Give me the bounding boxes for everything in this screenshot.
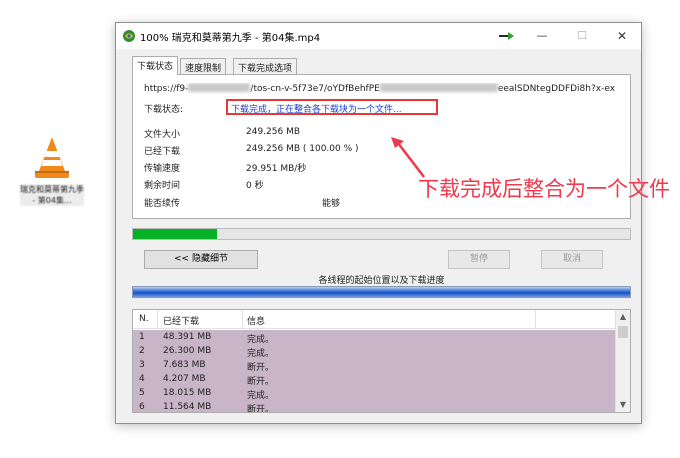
table-row[interactable]: 5 18.015 MB 完成。 xyxy=(133,386,617,401)
close-button[interactable]: ✕ xyxy=(602,23,642,49)
status-value: 下载完成，正在整合各下载块为一个文件... xyxy=(231,105,402,115)
resume-value: 能够 xyxy=(322,199,341,209)
download-arrow-icon xyxy=(499,31,515,44)
row-number: 1 xyxy=(139,332,145,342)
row-number: 6 xyxy=(139,402,145,412)
desktop-file-label: 瑞克和莫蒂第九季 - 第04集... xyxy=(20,184,84,206)
row-info: 断开。 xyxy=(247,405,275,413)
table-scrollbar[interactable]: ▲ ▼ xyxy=(615,310,630,412)
row-downloaded: 11.564 MB xyxy=(163,402,212,412)
tab-speed-limit[interactable]: 速度限制 xyxy=(180,58,227,74)
thread-progress-label: 各线程的起始位置以及下载进度 xyxy=(318,276,445,286)
row-downloaded: 7.683 MB xyxy=(163,360,206,370)
time-left-label: 剩余时间 xyxy=(144,181,181,191)
download-progress-fill xyxy=(133,229,218,239)
annotation-text: 下载完成后整合为一个文件 xyxy=(418,177,670,201)
tab-completion-options[interactable]: 下载完成选项 xyxy=(233,58,298,74)
status-label: 下载状态: xyxy=(144,105,184,115)
idm-app-icon xyxy=(122,29,136,46)
column-header-downloaded[interactable]: 已经下载 xyxy=(163,314,199,327)
download-window: 100% 瑞克和莫蒂第九季 - 第04集.mp4 — ☐ ✕ 下载状态 速度限制… xyxy=(115,22,670,424)
download-url: https://f9-/tos-cn-v-5f73e7/oYDfBehfPE ee… xyxy=(144,83,616,94)
row-downloaded: 26.300 MB xyxy=(163,346,212,356)
scroll-up-icon[interactable]: ▲ xyxy=(616,310,630,324)
minimize-button[interactable]: — xyxy=(522,23,562,49)
title-bar[interactable]: 100% 瑞克和莫蒂第九季 - 第04集.mp4 — ☐ ✕ xyxy=(116,23,641,49)
table-row[interactable]: 2 26.300 MB 完成。 xyxy=(133,344,617,359)
table-header: N. 已经下载 信息 xyxy=(133,310,617,329)
maximize-button[interactable]: ☐ xyxy=(562,23,602,49)
thread-progress-bar xyxy=(132,286,631,298)
resume-label: 能否续传 xyxy=(144,199,181,209)
speed-value: 29.951 MB/秒 xyxy=(246,164,307,174)
scroll-down-icon[interactable]: ▼ xyxy=(616,398,630,412)
tab-download-status[interactable]: 下载状态 xyxy=(132,56,179,75)
table-row[interactable]: 4 4.207 MB 断开。 xyxy=(133,372,617,387)
table-row[interactable]: 3 7.683 MB 断开。 xyxy=(133,358,617,373)
column-header-info[interactable]: 信息 xyxy=(247,314,265,327)
downloaded-label: 已经下载 xyxy=(144,147,181,157)
column-header-n[interactable]: N. xyxy=(139,314,149,324)
speed-label: 传输速度 xyxy=(144,164,181,174)
vlc-cone-icon xyxy=(32,135,72,181)
row-downloaded: 4.207 MB xyxy=(163,374,206,384)
row-number: 2 xyxy=(139,346,145,356)
time-left-value: 0 秒 xyxy=(246,181,264,191)
cancel-button[interactable]: 取消 xyxy=(541,250,603,269)
table-row[interactable]: 1 48.391 MB 完成。 xyxy=(133,330,617,345)
pause-button[interactable]: 暂停 xyxy=(448,250,510,269)
file-size-label: 文件大小 xyxy=(144,130,181,140)
row-number: 3 xyxy=(139,360,145,370)
file-size-value: 249.256 MB xyxy=(246,127,301,137)
hide-details-button[interactable]: << 隐藏细节 xyxy=(144,250,258,269)
desktop-file-icon[interactable]: 瑞克和莫蒂第九季 - 第04集... xyxy=(14,135,90,206)
downloaded-value: 249.256 MB ( 100.00 % ) xyxy=(246,144,359,154)
row-downloaded: 48.391 MB xyxy=(163,332,212,342)
window-title: 100% 瑞克和莫蒂第九季 - 第04集.mp4 xyxy=(140,33,321,44)
row-downloaded: 18.015 MB xyxy=(163,388,212,398)
thread-table: N. 已经下载 信息 1 48.391 MB 完成。 2 26.300 MB 完成。 3 7.… xyxy=(132,309,631,413)
table-body: 1 48.391 MB 完成。 2 26.300 MB 完成。 3 7.683 MB 断开。 4 4… xyxy=(133,330,617,413)
download-progress-bar xyxy=(132,228,631,240)
row-number: 5 xyxy=(139,388,145,398)
table-row[interactable]: 6 11.564 MB 断开。 xyxy=(133,400,617,413)
scroll-thumb[interactable] xyxy=(618,326,628,338)
row-number: 4 xyxy=(139,374,145,384)
